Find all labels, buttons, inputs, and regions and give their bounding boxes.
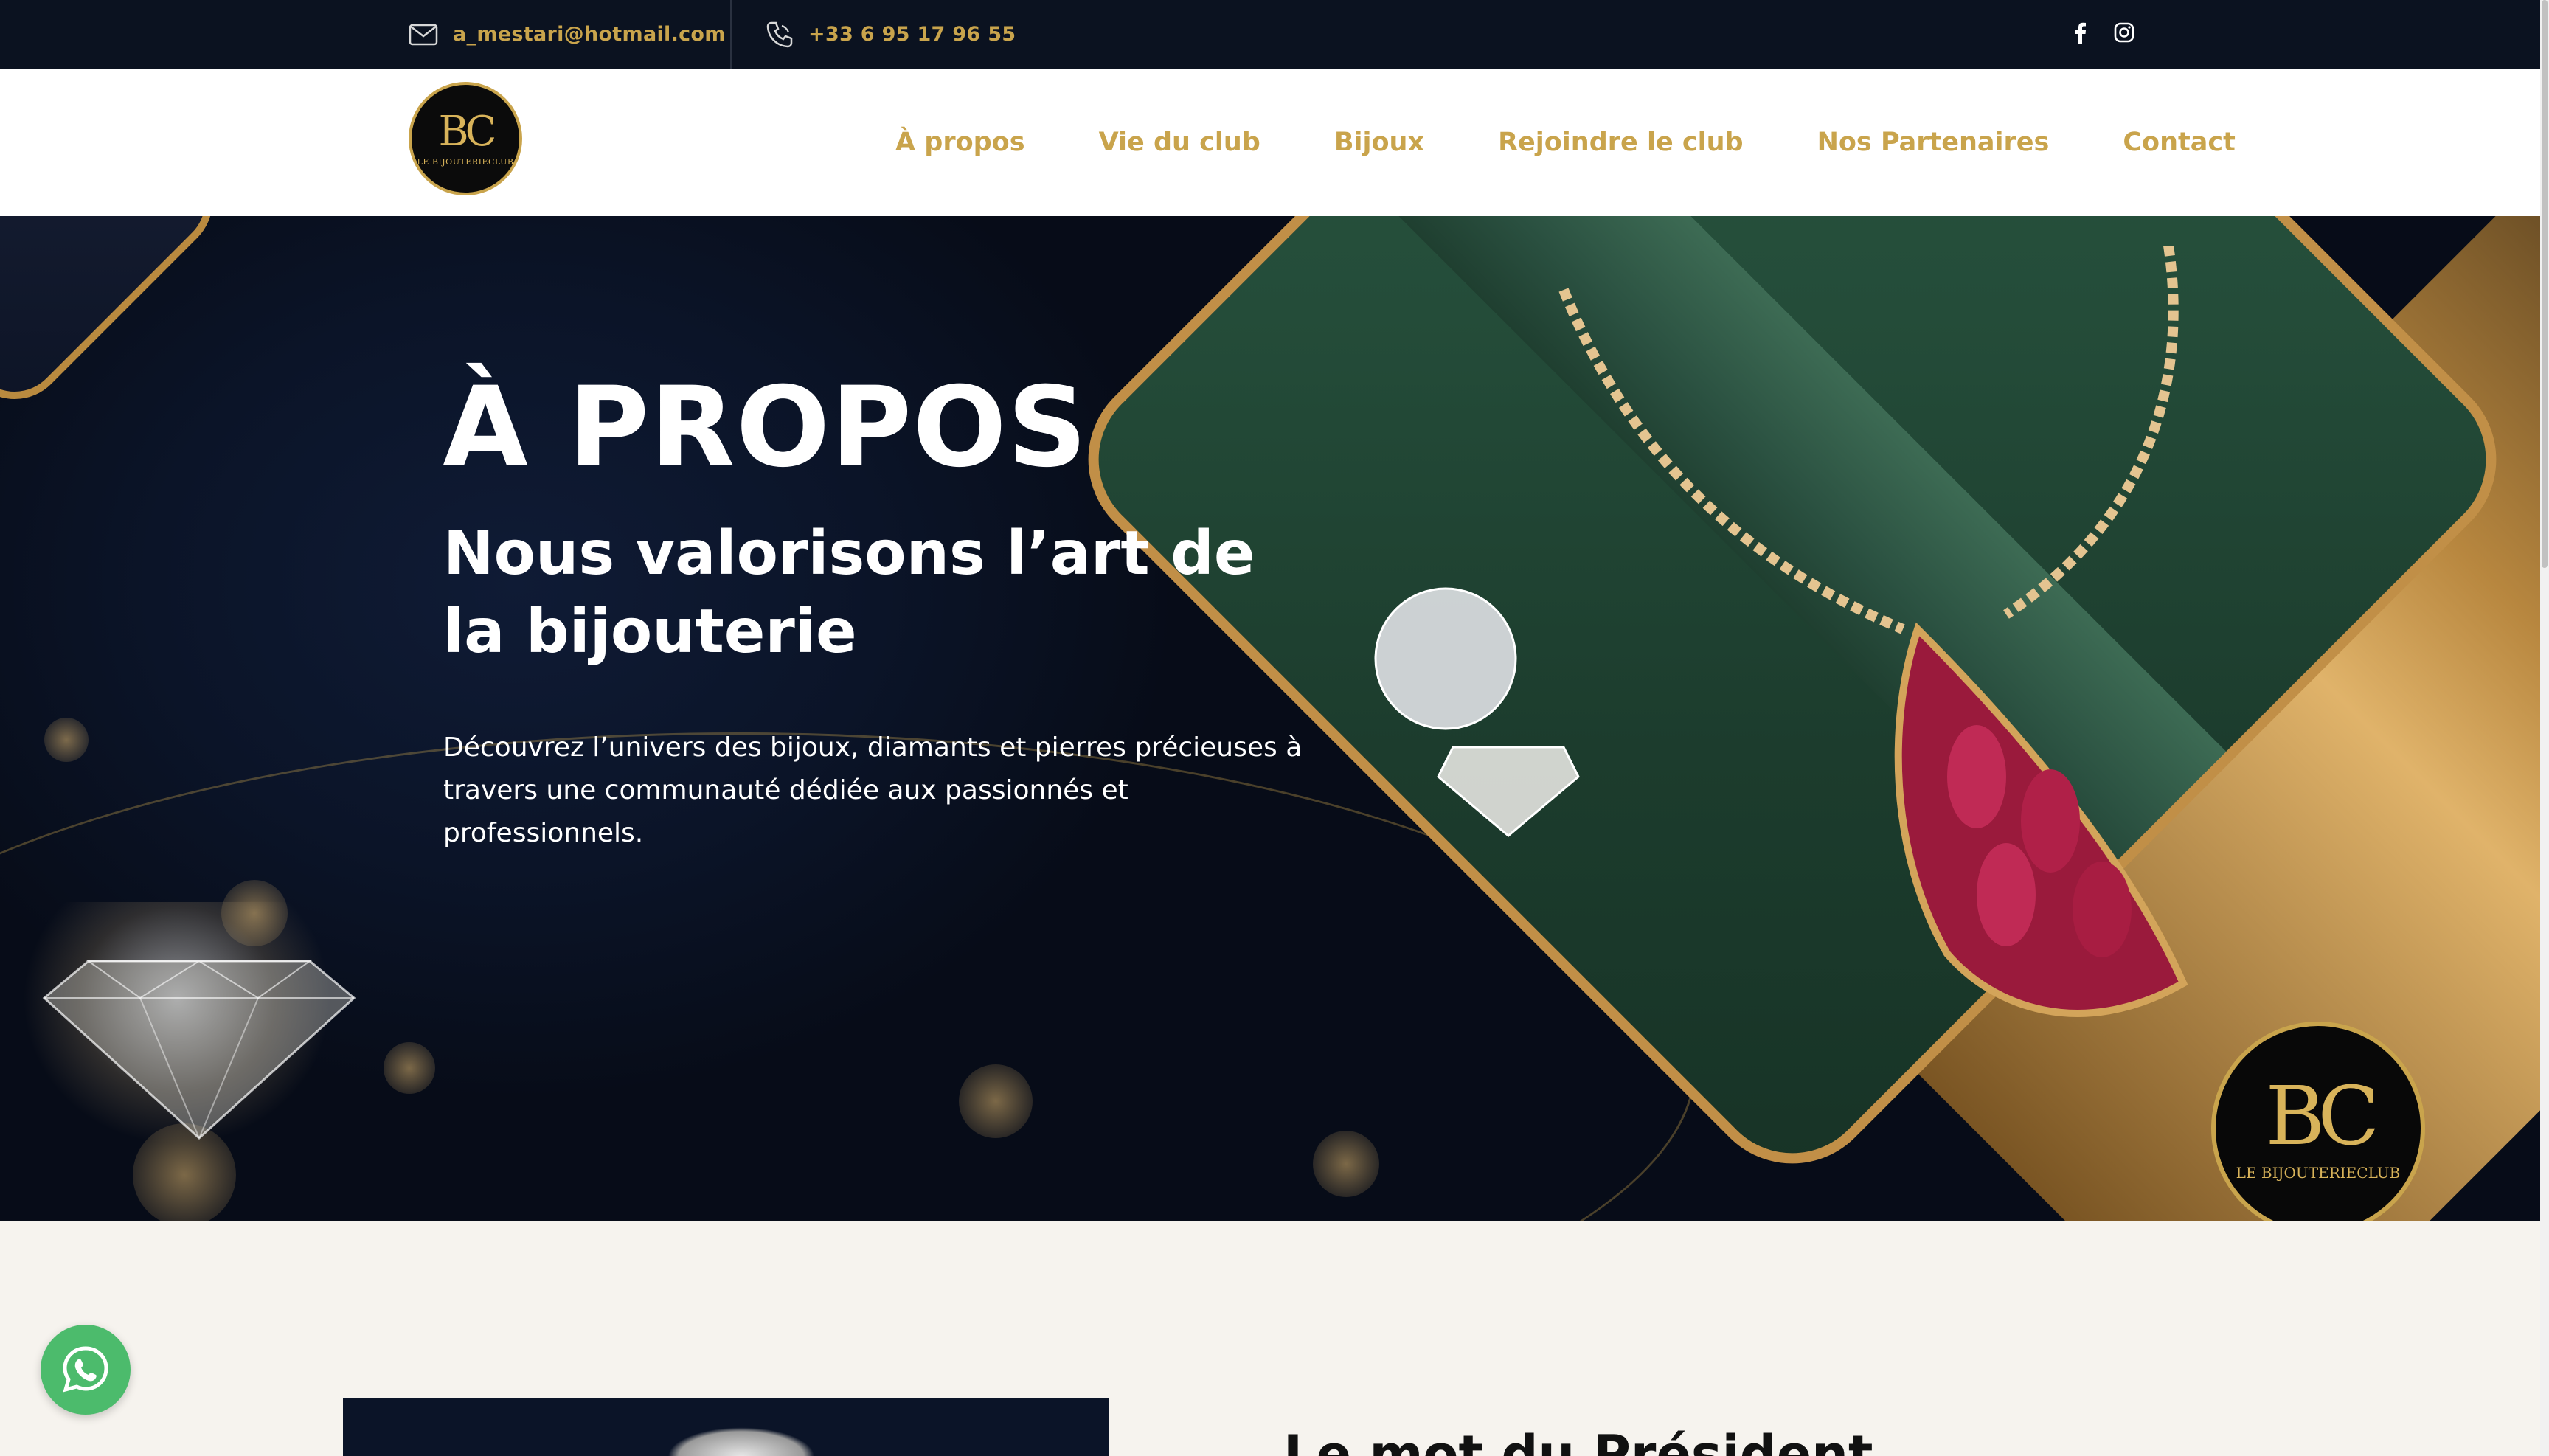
diamond-image [42,960,356,1140]
email-link[interactable]: a_mestari@hotmail.com [453,23,726,46]
bokeh-light [959,1064,1033,1138]
site-logo[interactable]: BC LE BIJOUTERIECLUB [409,82,522,195]
nav-item-rejoindre[interactable]: Rejoindre le club [1498,128,1744,157]
badge-monogram: BC [2265,1069,2379,1163]
top-contact-bar: a_mestari@hotmail.com +33 6 95 17 96 55 [0,0,2540,69]
instagram-icon[interactable] [2109,18,2139,47]
hero-description: Découvrez l’univers des bijoux, diamants… [443,732,1303,848]
logo-monogram: BC [438,107,496,156]
phone-contact[interactable]: +33 6 95 17 96 55 [766,0,1016,69]
facebook-icon[interactable] [2065,18,2095,47]
brand-badge: BC LE BIJOUTERIECLUB [2211,1022,2425,1221]
bokeh-light [1313,1131,1379,1197]
whatsapp-icon[interactable] [41,1325,131,1415]
page-title: À PROPOS [443,364,1088,492]
hero-subtitle: Nous valorisons l’art de la bijouterie [443,519,1255,667]
section-title: Le mot du Président [1283,1424,1873,1456]
bokeh-light [384,1042,435,1094]
logo-name: LE BIJOUTERIECLUB [417,156,514,167]
nav-item-bijoux[interactable]: Bijoux [1334,128,1424,157]
decorative-frame [0,216,234,420]
nav-item-vie-du-club[interactable]: Vie du club [1099,128,1260,157]
phone-icon [766,21,794,49]
bokeh-light [44,718,89,762]
scrollbar-thumb[interactable] [2542,0,2548,568]
president-photo [343,1398,1109,1456]
mail-icon [409,24,438,46]
nav-item-a-propos[interactable]: À propos [895,128,1025,157]
portrait-detail [667,1427,815,1456]
nav-item-partenaires[interactable]: Nos Partenaires [1817,128,2050,157]
phone-link[interactable]: +33 6 95 17 96 55 [808,23,1016,46]
email-contact[interactable]: a_mestari@hotmail.com [409,0,726,69]
badge-name: LE BIJOUTERIECLUB [2236,1164,2401,1182]
site-header: BC LE BIJOUTERIECLUB À propos Vie du clu… [0,69,2540,216]
page-scrollbar[interactable] [2540,0,2549,1456]
main-nav: À propos Vie du club Bijoux Rejoindre le… [895,69,2236,216]
divider [730,0,732,69]
necklace-image [1374,246,2188,1017]
president-section: Le mot du Président [0,1221,2540,1456]
nav-item-contact[interactable]: Contact [2123,128,2235,157]
hero-banner: BC LE BIJOUTERIECLUB À PROPOS Nous valor… [0,216,2540,1221]
